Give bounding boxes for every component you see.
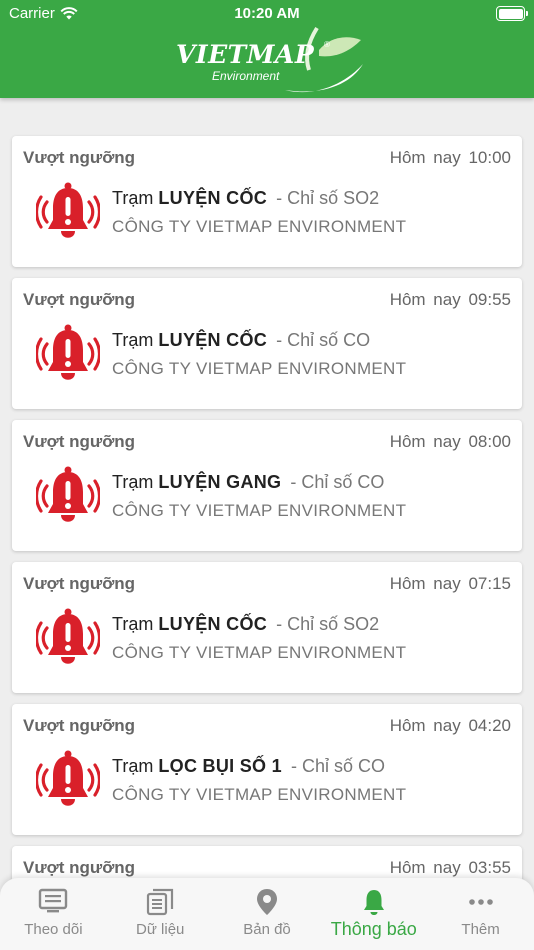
bottom-tab-bar: Theo dõi Dữ liệu Bản đồ Thông báo Thêm bbox=[0, 878, 534, 950]
notification-time: Hôm nay 07:15 bbox=[389, 574, 511, 593]
tab-ban-do[interactable]: Bản đồ bbox=[214, 878, 321, 950]
notification-company: CÔNG TY VIETMAP ENVIRONMENT bbox=[112, 217, 407, 236]
data-list-icon bbox=[147, 888, 174, 916]
notification-time: Hôm nay 10:00 bbox=[389, 148, 511, 167]
bell-icon bbox=[363, 890, 384, 915]
alarm-bell-icon bbox=[36, 182, 100, 238]
tab-du-lieu[interactable]: Dữ liệu bbox=[107, 878, 214, 950]
notification-card[interactable]: Vượt ngưỡng Hôm nay 08:00 Trạm LUYỆN GAN… bbox=[12, 420, 522, 551]
tab-label: Theo dõi bbox=[24, 921, 83, 938]
alarm-bell-icon bbox=[36, 324, 100, 380]
notification-type: Vượt ngưỡng bbox=[23, 716, 136, 735]
tab-label: Thêm bbox=[461, 921, 500, 938]
vietmap-logo: VIETMAP ® Environment bbox=[172, 24, 363, 96]
notification-station: Trạm LUYỆN CỐC - Chỉ số CO bbox=[112, 330, 371, 350]
notification-company: CÔNG TY VIETMAP ENVIRONMENT bbox=[112, 359, 407, 378]
notification-station: Trạm LUYỆN CỐC - Chỉ số SO2 bbox=[112, 614, 380, 634]
notification-company: CÔNG TY VIETMAP ENVIRONMENT bbox=[112, 785, 407, 804]
more-icon bbox=[468, 899, 493, 905]
notification-time: Hôm nay 03:55 bbox=[389, 858, 511, 877]
monitor-icon bbox=[39, 888, 68, 913]
notification-type: Vượt ngưỡng bbox=[23, 290, 136, 309]
notification-time: Hôm nay 09:55 bbox=[389, 290, 511, 309]
notification-type: Vượt ngưỡng bbox=[23, 574, 136, 593]
tab-label: Bản đồ bbox=[243, 921, 291, 938]
notification-station: Trạm LUYỆN GANG - Chỉ số CO bbox=[112, 472, 385, 492]
logo-subtitle: Environment bbox=[212, 69, 280, 83]
tab-theo-doi[interactable]: Theo dõi bbox=[0, 878, 107, 950]
alarm-bell-icon bbox=[36, 608, 100, 664]
tab-label: Thông báo bbox=[330, 919, 417, 939]
battery-icon bbox=[496, 6, 528, 21]
tab-label: Dữ liệu bbox=[135, 921, 185, 938]
notification-company: CÔNG TY VIETMAP ENVIRONMENT bbox=[112, 501, 407, 520]
notification-card[interactable]: Vượt ngưỡng Hôm nay 10:00 Trạm LUYỆN CỐC… bbox=[12, 136, 522, 267]
status-time: 10:20 AM bbox=[234, 5, 300, 22]
logo-wordmark: VIETMAP bbox=[176, 40, 315, 69]
notification-list[interactable]: Vượt ngưỡng Hôm nay 10:00 Trạm LUYỆN CỐC… bbox=[12, 136, 522, 950]
notification-card[interactable]: Vượt ngưỡng Hôm nay 07:15 Trạm LUYỆN CỐC… bbox=[12, 562, 522, 693]
notification-type: Vượt ngưỡng bbox=[23, 148, 136, 167]
alarm-bell-icon bbox=[36, 466, 100, 522]
map-pin-icon bbox=[256, 889, 277, 915]
notification-card[interactable]: Vượt ngưỡng Hôm nay 04:20 Trạm LỌC BỤI S… bbox=[12, 704, 522, 835]
tab-thong-bao[interactable]: Thông báo bbox=[320, 878, 427, 950]
notification-company: CÔNG TY VIETMAP ENVIRONMENT bbox=[112, 643, 407, 662]
logo-registered: ® bbox=[324, 40, 330, 49]
notification-card[interactable]: Vượt ngưỡng Hôm nay 09:55 Trạm LUYỆN CỐC… bbox=[12, 278, 522, 409]
notification-time: Hôm nay 04:20 bbox=[389, 716, 511, 735]
notification-time: Hôm nay 08:00 bbox=[389, 432, 511, 451]
app-header: Carrier 10:20 AM VIETMAP ® Environment bbox=[0, 0, 534, 98]
notification-type: Vượt ngưỡng bbox=[23, 858, 136, 877]
notification-station: Trạm LỌC BỤI SỐ 1 - Chỉ số CO bbox=[112, 756, 386, 776]
notification-station: Trạm LUYỆN CỐC - Chỉ số SO2 bbox=[112, 188, 380, 208]
notification-type: Vượt ngưỡng bbox=[23, 432, 136, 451]
tab-them[interactable]: Thêm bbox=[427, 878, 534, 950]
alarm-bell-icon bbox=[36, 750, 100, 806]
